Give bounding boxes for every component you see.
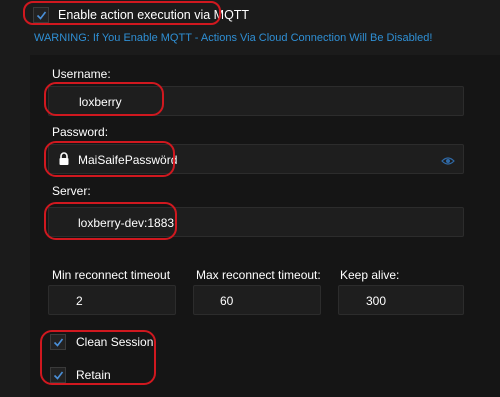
min-reconnect-input[interactable]	[48, 285, 176, 315]
keep-alive-label: Keep alive:	[340, 268, 400, 282]
max-reconnect-value: 60	[220, 294, 234, 308]
min-reconnect-value: 2	[76, 294, 83, 308]
eye-icon[interactable]	[441, 153, 455, 165]
password-label: Password:	[52, 125, 109, 139]
mqtt-settings-panel: { "mqtt_toggle": { "label": "Enable acti…	[0, 0, 500, 397]
cloud-warning-text: WARNING: If You Enable MQTT - Actions Vi…	[34, 32, 433, 44]
highlight-session-options	[40, 330, 156, 385]
highlight-server	[44, 202, 177, 240]
keep-alive-value: 300	[366, 294, 387, 308]
highlight-password	[44, 141, 175, 177]
max-reconnect-label: Max reconnect timeout:	[196, 268, 321, 282]
keep-alive-input[interactable]	[338, 285, 464, 315]
server-label: Server:	[52, 184, 91, 198]
username-label: Username:	[52, 67, 111, 81]
min-reconnect-label: Min reconnect timeout	[52, 268, 171, 282]
max-reconnect-input[interactable]	[193, 285, 321, 315]
highlight-username	[44, 82, 164, 116]
highlight-enable-mqtt	[23, 1, 221, 25]
